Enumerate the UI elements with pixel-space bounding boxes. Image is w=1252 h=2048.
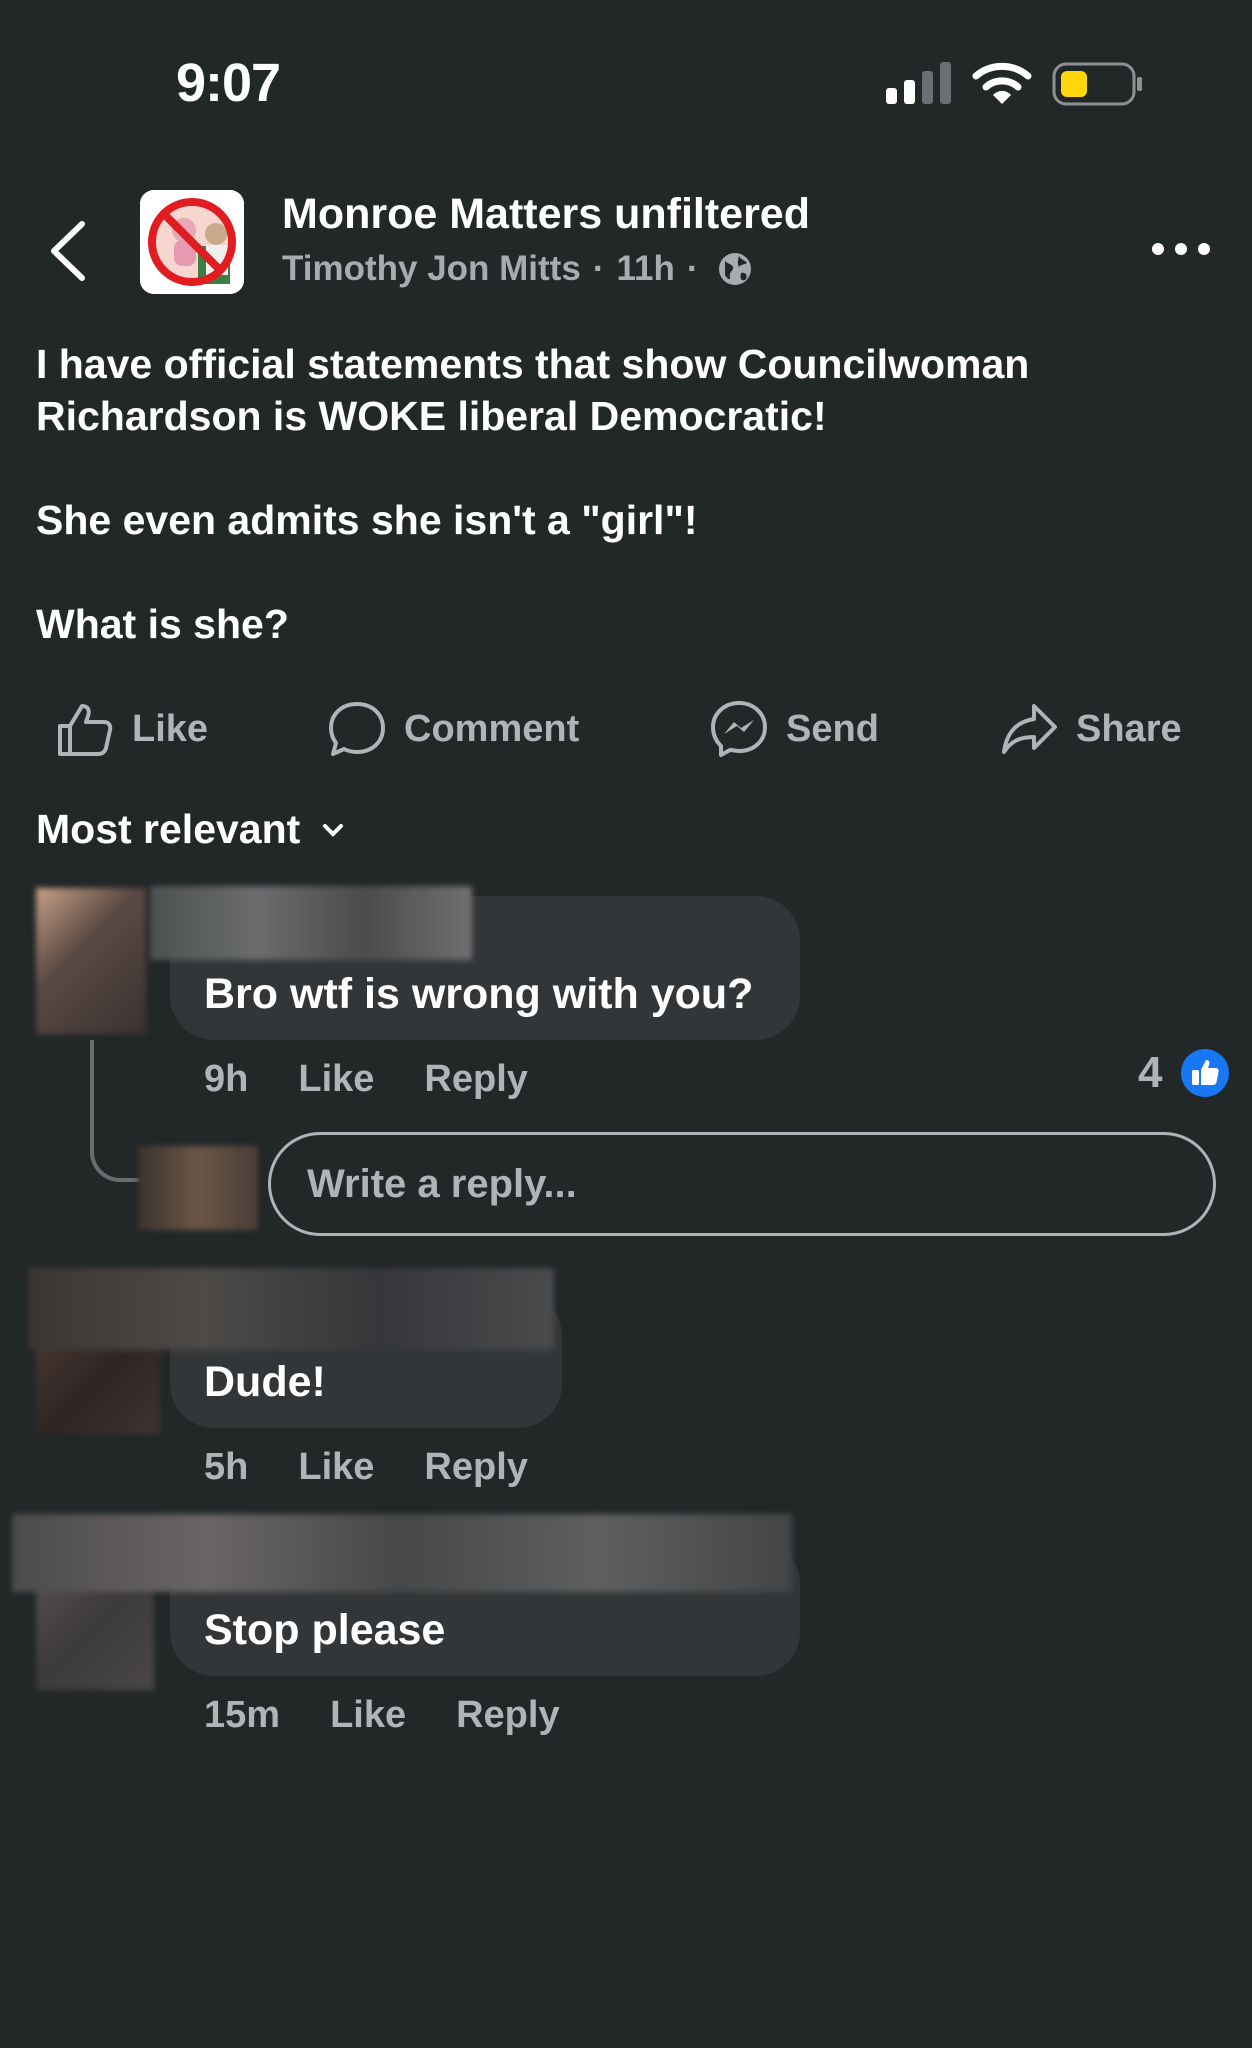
like-label: Like	[132, 707, 209, 750]
comment-text: Stop please	[204, 1606, 446, 1654]
wifi-icon	[972, 62, 1032, 104]
status-time: 9:07	[176, 53, 281, 113]
comment-bubble-icon	[329, 702, 385, 756]
comment-reply-button[interactable]: Reply	[424, 1058, 527, 1101]
post-line: What is she?	[36, 601, 289, 647]
comment-button[interactable]: Comment	[328, 700, 579, 758]
cellular-signal-icon	[886, 62, 951, 104]
comment-text: Bro wtf is wrong with you?	[204, 970, 754, 1018]
back-arrow-icon[interactable]	[44, 218, 94, 284]
post-age[interactable]: 11h	[616, 249, 674, 289]
post-body: I have official statements that show Cou…	[36, 338, 1216, 650]
comment-sort-dropdown[interactable]: Most relevant	[36, 806, 344, 853]
messenger-icon	[711, 701, 767, 757]
sort-label: Most relevant	[36, 806, 301, 852]
share-label: Share	[1076, 707, 1182, 750]
chevron-down-icon	[323, 823, 344, 837]
thumbs-up-icon	[58, 704, 113, 756]
more-options-icon[interactable]	[1150, 232, 1212, 266]
post-detail-screen: 9:07 Monroe Matters unfiltered Timothy J…	[0, 0, 1252, 2048]
avatar	[138, 1146, 258, 1230]
like-reaction-icon	[1181, 1049, 1229, 1097]
avatar[interactable]	[36, 888, 146, 1034]
reply-thread-line	[90, 1040, 140, 1182]
reply-input[interactable]	[268, 1132, 1216, 1236]
commenter-name-redacted[interactable]	[28, 1268, 554, 1350]
commenter-name-redacted[interactable]	[150, 886, 472, 960]
comment-like-button[interactable]: Like	[298, 1058, 374, 1101]
post-line: I have official statements that show Cou…	[36, 341, 1030, 439]
comment-label: Comment	[404, 707, 580, 750]
battery-icon	[1052, 62, 1142, 106]
group-name[interactable]: Monroe Matters unfiltered	[282, 190, 810, 239]
send-label: Send	[786, 707, 879, 750]
meta-separator: ·	[686, 249, 699, 288]
post-meta: Timothy Jon Mitts · 11h ·	[282, 249, 753, 289]
comment-reply-button[interactable]: Reply	[424, 1446, 527, 1489]
comment-meta: 15m Like Reply	[204, 1694, 560, 1737]
like-button[interactable]: Like	[56, 700, 208, 758]
comment-meta: 5h Like Reply	[204, 1446, 528, 1489]
comment-reply-button[interactable]: Reply	[456, 1694, 559, 1737]
comment-age: 5h	[204, 1446, 249, 1488]
globe-icon	[718, 253, 751, 285]
share-arrow-icon	[1002, 704, 1057, 754]
meta-separator: ·	[592, 249, 605, 288]
commenter-name-redacted[interactable]	[12, 1514, 792, 1592]
comment-text: Dude!	[204, 1358, 326, 1406]
share-button[interactable]: Share	[1000, 700, 1182, 758]
author-name[interactable]: Timothy Jon Mitts	[282, 249, 581, 289]
reaction-count[interactable]: 4	[1138, 1048, 1162, 1098]
comment-age: 9h	[204, 1058, 249, 1100]
group-avatar[interactable]	[140, 190, 244, 294]
send-button[interactable]: Send	[710, 700, 879, 758]
group-logo-icon	[140, 190, 244, 294]
comment-like-button[interactable]: Like	[330, 1694, 406, 1737]
comment-age: 15m	[204, 1694, 281, 1736]
comment-like-button[interactable]: Like	[298, 1446, 374, 1489]
comment-meta: 9h Like Reply	[204, 1058, 528, 1101]
post-line: She even admits she isn't a "girl"!	[36, 497, 698, 543]
